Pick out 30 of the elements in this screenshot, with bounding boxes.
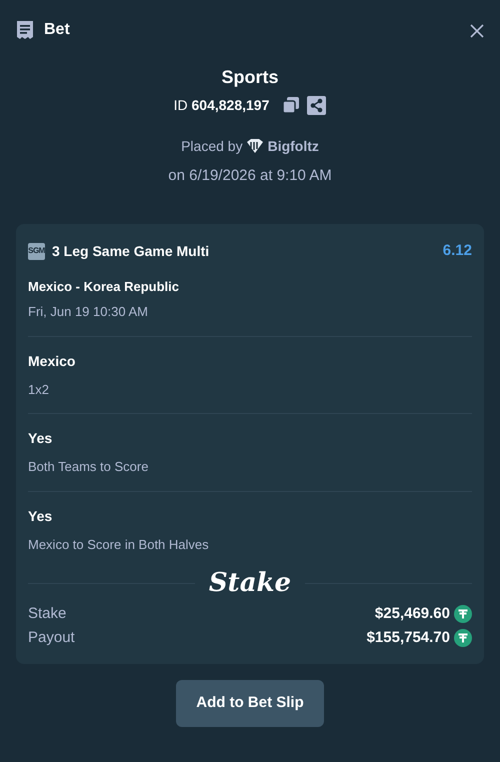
leg-market: Both Teams to Score <box>28 458 150 476</box>
amount-value: $25,469.60 <box>374 604 450 624</box>
coin-icon <box>454 629 472 647</box>
amount-label: Payout <box>28 628 75 648</box>
diamond-icon <box>246 138 264 154</box>
brand-logo: Stake <box>208 570 292 596</box>
placed-date: on 6/19/2026 at 9:10 AM <box>167 166 333 186</box>
add-to-bet-slip-button[interactable]: Add to Bet Slip <box>176 680 324 726</box>
odds-value: 6.12 <box>442 241 472 261</box>
event-name: Mexico - Korea Republic <box>28 278 180 296</box>
copy-icon[interactable] <box>282 96 300 114</box>
placed-by-label: Placed by <box>181 136 243 156</box>
bet-title: 3 Leg Same Game Multi <box>52 242 210 261</box>
bet-id: ID 604,828,197 <box>174 96 270 114</box>
event-time: Fri, Jun 19 10:30 AM <box>28 303 149 321</box>
coin-icon <box>454 605 472 623</box>
window-title: Bet <box>44 20 70 40</box>
leg-selection: Yes <box>28 506 54 526</box>
leg-market: 1x2 <box>28 380 50 398</box>
receipt-icon <box>16 20 34 40</box>
share-icon[interactable] <box>307 96 326 114</box>
leg-selection: Mexico <box>28 352 76 370</box>
sgm-icon: SGM <box>28 242 45 260</box>
amount-value: $155,754.70 <box>366 628 450 648</box>
leg-market: Mexico to Score in Both Halves <box>28 536 210 554</box>
close-icon[interactable] <box>470 24 484 38</box>
category-title: Sports <box>220 66 280 89</box>
leg-selection: Yes <box>28 429 54 448</box>
username: Bigfoltz <box>268 136 319 156</box>
amount-label: Stake <box>28 604 66 624</box>
